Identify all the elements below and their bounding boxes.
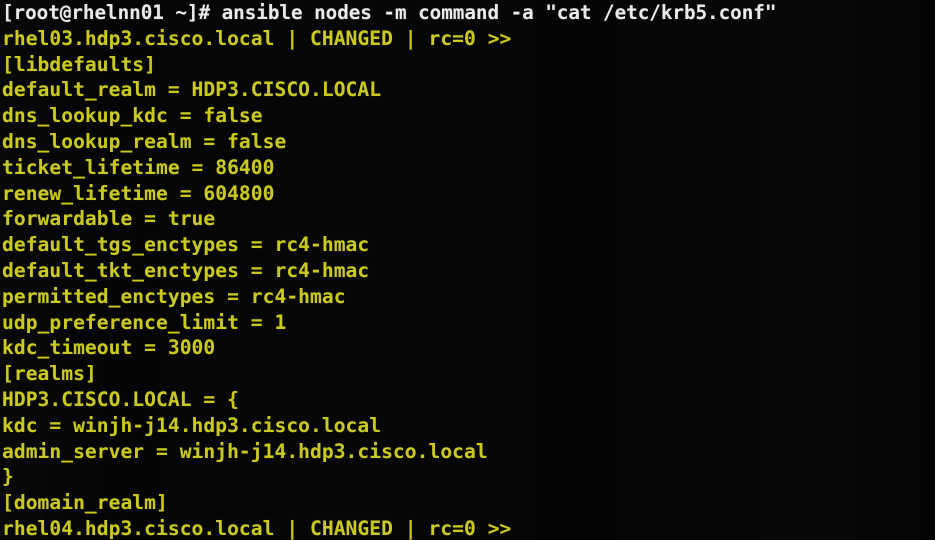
- terminal-output-line: [libdefaults]: [2, 52, 157, 76]
- terminal-output-line: ticket_lifetime = 86400: [2, 155, 275, 179]
- terminal-output-line: forwardable = true: [2, 207, 216, 231]
- terminal-output-line: udp_preference_limit = 1: [2, 310, 287, 334]
- terminal-window[interactable]: [root@rhelnn01 ~]# ansible nodes -m comm…: [0, 0, 935, 540]
- terminal-output-line: dns_lookup_realm = false: [2, 129, 287, 153]
- terminal-output-line: kdc = winjh-j14.hdp3.cisco.local: [2, 413, 382, 437]
- terminal-output-line: rhel04.hdp3.cisco.local | CHANGED | rc=0…: [2, 516, 512, 540]
- terminal-prompt-line: [root@rhelnn01 ~]# ansible nodes -m comm…: [2, 1, 777, 24]
- terminal-output-line: [realms]: [2, 362, 97, 386]
- terminal-output-line: [domain_realm]: [2, 491, 168, 515]
- terminal-output-line: default_tgs_enctypes = rc4-hmac: [2, 233, 370, 257]
- terminal-output-line: }: [2, 465, 14, 489]
- terminal-output-line: HDP3.CISCO.LOCAL = {: [2, 387, 239, 411]
- terminal-output-line: kdc_timeout = 3000: [2, 336, 216, 360]
- terminal-output-line: permitted_enctypes = rc4-hmac: [2, 284, 346, 308]
- terminal-output-line: default_realm = HDP3.CISCO.LOCAL: [2, 78, 382, 102]
- terminal-output-line: default_tkt_enctypes = rc4-hmac: [2, 258, 370, 282]
- terminal-output-line: dns_lookup_kdc = false: [2, 104, 263, 128]
- terminal-output-line: renew_lifetime = 604800: [2, 181, 275, 205]
- terminal-output-area[interactable]: [root@rhelnn01 ~]# ansible nodes -m comm…: [0, 0, 935, 540]
- terminal-output-line: rhel03.hdp3.cisco.local | CHANGED | rc=0…: [2, 26, 512, 50]
- terminal-output-line: admin_server = winjh-j14.hdp3.cisco.loca…: [2, 439, 488, 463]
